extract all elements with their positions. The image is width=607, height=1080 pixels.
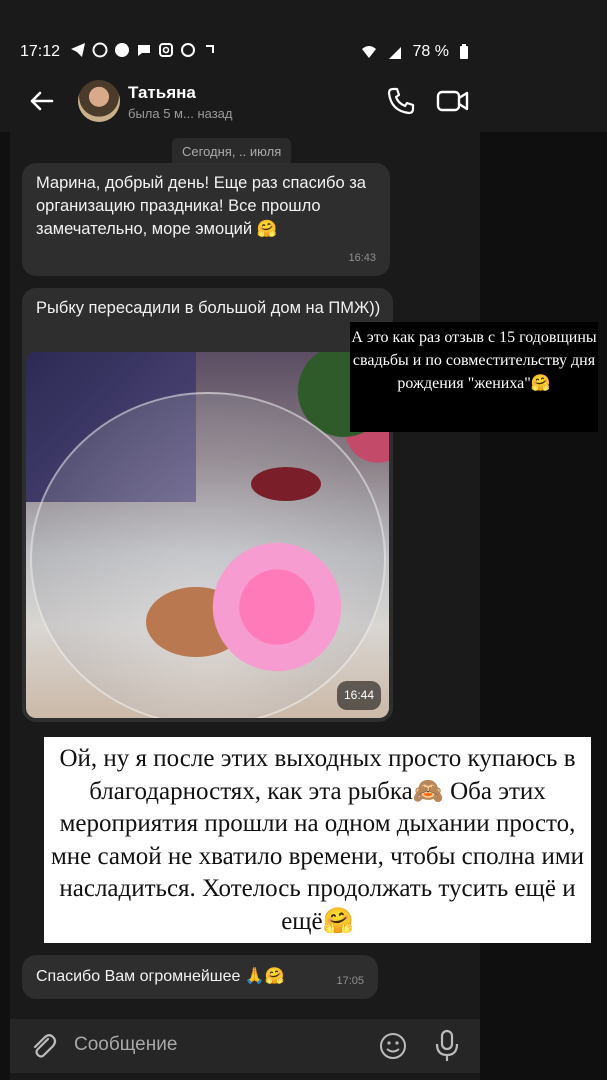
caption-note-large: Ой, ну я после этих выходных просто купа… xyxy=(44,737,591,943)
battery-percent: 78 % xyxy=(412,43,449,60)
signal-icon xyxy=(388,47,401,59)
avatar[interactable] xyxy=(78,80,120,122)
photo-time: 16:44 xyxy=(336,681,381,710)
fish-bowl-photo[interactable]: 16:44 xyxy=(26,352,389,718)
message-bubble[interactable]: Спасибо Вам огромнейшее 🙏🤗 17:05 xyxy=(22,955,378,999)
paperclip-icon[interactable] xyxy=(28,1031,58,1061)
betta-fish xyxy=(251,467,321,501)
whatsapp-icon xyxy=(92,42,108,58)
message-bubble[interactable]: Марина, добрый день! Еще раз спасибо за … xyxy=(22,163,390,276)
last-seen-status: была 5 м... назад xyxy=(128,106,233,121)
message-composer: Сообщение xyxy=(10,1019,480,1073)
wifi-icon xyxy=(361,46,376,58)
emoji-icon[interactable] xyxy=(378,1031,408,1061)
microphone-icon[interactable] xyxy=(434,1029,460,1063)
instagram-icon xyxy=(159,43,173,57)
phone-call-icon[interactable] xyxy=(386,86,416,116)
app-icon xyxy=(181,43,195,57)
message-input[interactable]: Сообщение xyxy=(74,1034,177,1056)
fish-bowl xyxy=(30,392,386,718)
message-icon xyxy=(138,45,150,56)
chat-screen: 17:12 78 % Татьяна была 5 м... назад Сег… xyxy=(0,0,607,1080)
message-text: Спасибо Вам огромнейшее 🙏🤗 xyxy=(36,968,285,985)
chat-header: Татьяна была 5 м... назад xyxy=(0,70,607,132)
date-separator: Сегодня, .. июля xyxy=(172,138,292,166)
system-icons: 78 % xyxy=(361,43,469,61)
arrow-icon xyxy=(206,45,214,53)
photo-message-bubble[interactable]: Рыбку пересадили в большой дом на ПМЖ)) … xyxy=(22,288,393,722)
back-arrow-icon[interactable] xyxy=(26,85,58,117)
video-call-icon[interactable] xyxy=(436,86,470,116)
telegram-icon xyxy=(71,43,85,57)
message-text: Рыбку пересадили в большой дом на ПМЖ)) xyxy=(36,299,381,317)
message-time: 16:43 xyxy=(348,252,376,264)
caption-note-small: А это как раз отзыв с 15 годовщины свадь… xyxy=(350,322,598,432)
status-time: 17:12 xyxy=(20,43,61,60)
pink-coral xyxy=(202,532,352,682)
status-bar: 17:12 78 % xyxy=(0,38,607,68)
message-text: Марина, добрый день! Еще раз спасибо за … xyxy=(36,174,366,238)
contact-name[interactable]: Татьяна xyxy=(128,83,196,103)
battery-icon xyxy=(460,44,468,59)
chat-icon xyxy=(115,43,129,57)
side-gutter-left xyxy=(0,130,10,1080)
message-time: 17:05 xyxy=(336,975,364,987)
notification-icons xyxy=(70,42,218,58)
